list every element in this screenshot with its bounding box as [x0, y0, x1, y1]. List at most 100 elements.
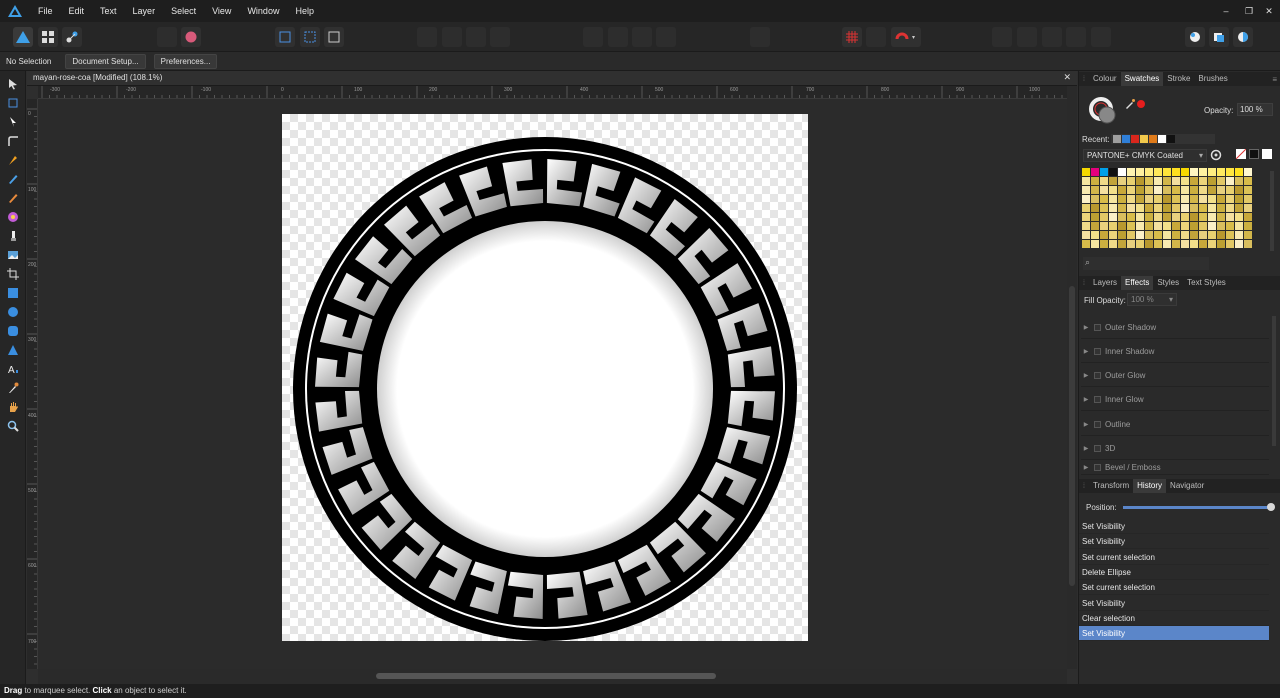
palette-swatch[interactable] — [1190, 231, 1198, 239]
history-entry[interactable]: Set current selection — [1079, 580, 1269, 595]
palette-swatch[interactable] — [1217, 240, 1225, 248]
expand-arrow-icon[interactable]: ▶ — [1081, 396, 1091, 403]
color-picker-tool-icon[interactable] — [5, 380, 21, 396]
palette-swatch[interactable] — [1208, 213, 1216, 221]
recent-swatch[interactable] — [1140, 135, 1148, 143]
rounded-rectangle-tool-icon[interactable] — [5, 323, 21, 339]
effect-outline[interactable]: ▶ Outline — [1081, 413, 1269, 436]
tab-transform[interactable]: Transform — [1089, 479, 1133, 493]
palette-swatch[interactable] — [1154, 222, 1162, 230]
transparency-tool-icon[interactable] — [5, 228, 21, 244]
expand-arrow-icon[interactable]: ▶ — [1081, 421, 1091, 428]
menu-file[interactable]: File — [30, 6, 61, 16]
history-entry[interactable]: Set Visibility — [1079, 519, 1269, 534]
menu-select[interactable]: Select — [163, 6, 204, 16]
palette-swatch[interactable] — [1136, 222, 1144, 230]
palette-swatch[interactable] — [1181, 231, 1189, 239]
boolean-intersect-button[interactable] — [466, 27, 486, 47]
panel-grip-icon[interactable]: ⁞ — [1079, 280, 1089, 287]
fill-opacity-field[interactable]: 100 % ▾ — [1127, 293, 1177, 306]
palette-swatch[interactable] — [1190, 213, 1198, 221]
palette-swatch[interactable] — [1145, 231, 1153, 239]
palette-swatch[interactable] — [1244, 177, 1252, 185]
place-image-tool-icon[interactable] — [5, 247, 21, 263]
palette-swatch[interactable] — [1199, 231, 1207, 239]
palette-swatch[interactable] — [1208, 186, 1216, 194]
palette-swatch[interactable] — [1244, 213, 1252, 221]
palette-swatch[interactable] — [1109, 240, 1117, 248]
palette-swatch[interactable] — [1181, 195, 1189, 203]
effects-studio-button[interactable] — [1233, 27, 1253, 47]
current-colour-swatch[interactable] — [1137, 100, 1145, 108]
menu-view[interactable]: View — [204, 6, 239, 16]
tab-layers[interactable]: Layers — [1089, 276, 1121, 290]
fill-stroke-well[interactable] — [1089, 97, 1119, 127]
palette-swatch[interactable] — [1244, 195, 1252, 203]
snapping-options-button[interactable] — [866, 27, 886, 47]
palette-swatch[interactable] — [1100, 213, 1108, 221]
palette-swatch[interactable] — [1244, 168, 1252, 176]
palette-swatch[interactable] — [1172, 213, 1180, 221]
palette-swatch[interactable] — [1235, 177, 1243, 185]
palette-swatch[interactable] — [1145, 204, 1153, 212]
horizontal-scroll-thumb[interactable] — [376, 673, 716, 679]
palette-swatch[interactable] — [1091, 168, 1099, 176]
palette-swatch[interactable] — [1181, 213, 1189, 221]
palette-swatch[interactable] — [1091, 222, 1099, 230]
palette-swatch[interactable] — [1109, 231, 1117, 239]
menu-edit[interactable]: Edit — [61, 6, 93, 16]
tab-history[interactable]: History — [1133, 479, 1167, 493]
palette-options-icon[interactable] — [1210, 149, 1222, 161]
recent-swatch[interactable] — [1158, 135, 1166, 143]
palette-swatch[interactable] — [1163, 186, 1171, 194]
palette-swatch[interactable] — [1199, 195, 1207, 203]
insert-inside-button[interactable] — [1042, 27, 1062, 47]
palette-swatch[interactable] — [1082, 231, 1090, 239]
palette-swatch[interactable] — [1154, 231, 1162, 239]
palette-swatch[interactable] — [1163, 231, 1171, 239]
preferences-button[interactable]: Preferences... — [153, 53, 218, 69]
palette-swatch[interactable] — [1190, 222, 1198, 230]
triangle-tool-icon[interactable] — [5, 342, 21, 358]
expand-arrow-icon[interactable]: ▶ — [1081, 372, 1091, 379]
palette-dropdown[interactable]: PANTONE+ CMYK Coated ▾ — [1083, 149, 1207, 162]
palette-swatch[interactable] — [1208, 204, 1216, 212]
black-swatch[interactable] — [1249, 149, 1259, 159]
align-canvas-button[interactable] — [300, 27, 320, 47]
palette-swatch[interactable] — [1100, 168, 1108, 176]
history-entry[interactable]: Delete Ellipse — [1079, 565, 1269, 580]
effect-checkbox[interactable] — [1094, 464, 1101, 471]
palette-swatch[interactable] — [1145, 222, 1153, 230]
effect-checkbox[interactable] — [1094, 323, 1101, 331]
palette-swatch[interactable] — [1172, 222, 1180, 230]
panel-grip-icon[interactable]: ⁞ — [1079, 76, 1089, 83]
palette-swatch[interactable] — [1226, 168, 1234, 176]
palette-swatch[interactable] — [1100, 177, 1108, 185]
transform-origin-button[interactable] — [324, 27, 344, 47]
palette-swatch[interactable] — [1091, 186, 1099, 194]
recent-swatch[interactable] — [1122, 135, 1130, 143]
palette-swatch[interactable] — [1163, 177, 1171, 185]
assistant-button[interactable] — [181, 27, 201, 47]
palette-swatch[interactable] — [1082, 186, 1090, 194]
rectangle-tool-icon[interactable] — [5, 285, 21, 301]
recent-swatch[interactable] — [1131, 135, 1139, 143]
palette-swatch[interactable] — [1190, 168, 1198, 176]
boolean-add-button[interactable] — [417, 27, 437, 47]
palette-swatch[interactable] — [1127, 204, 1135, 212]
palette-swatch[interactable] — [1082, 213, 1090, 221]
palette-swatch[interactable] — [1226, 213, 1234, 221]
ellipse-tool-icon[interactable] — [5, 304, 21, 320]
palette-swatch[interactable] — [1208, 168, 1216, 176]
palette-swatch[interactable] — [1127, 195, 1135, 203]
palette-swatch[interactable] — [1109, 222, 1117, 230]
effect-checkbox[interactable] — [1094, 420, 1101, 428]
palette-swatch[interactable] — [1163, 168, 1171, 176]
palette-swatch[interactable] — [1217, 168, 1225, 176]
palette-swatch[interactable] — [1217, 177, 1225, 185]
effect-inner-glow[interactable]: ▶ Inner Glow — [1081, 388, 1269, 411]
palette-swatch[interactable] — [1199, 177, 1207, 185]
zoom-tool-icon[interactable] — [5, 418, 21, 434]
palette-swatch[interactable] — [1172, 231, 1180, 239]
snapping-button[interactable] — [275, 27, 295, 47]
